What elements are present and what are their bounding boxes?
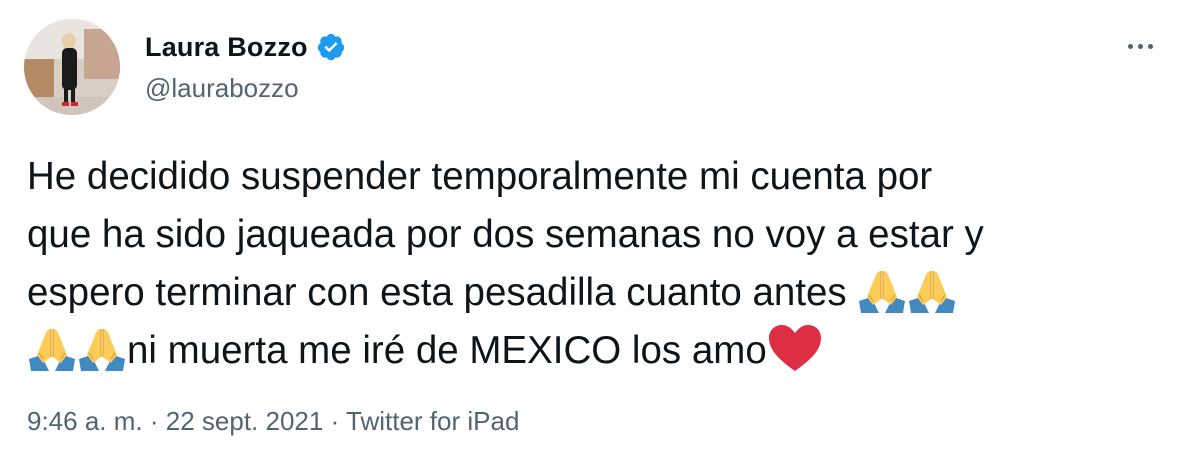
tweet-text-line-3: espero terminar con esta pesadilla cuant…	[27, 264, 1167, 322]
tweet-text: He decidido suspender temporalmente mi c…	[27, 148, 1167, 380]
meta-separator: ·	[149, 406, 159, 436]
tweet-meta: 9:46 a. m. · 22 sept. 2021 · Twitter for…	[27, 406, 519, 437]
tweet-text-line-4-text: ni muerta me iré de MEXICO los amo	[127, 329, 767, 372]
author-avatar[interactable]	[24, 19, 120, 115]
author-name-row: Laura Bozzo	[145, 30, 346, 64]
tweet-text-line-4: ni muerta me iré de MEXICO los amo	[27, 322, 1167, 380]
folded-hands-emoji-icon	[857, 267, 907, 315]
meta-separator: ·	[330, 406, 340, 436]
folded-hands-emoji-icon	[77, 325, 127, 373]
more-dot	[1147, 43, 1153, 49]
folded-hands-emoji-icon	[907, 267, 957, 315]
tweet-time[interactable]: 9:46 a. m.	[27, 406, 143, 436]
tweet-text-line-2: que ha sido jaqueada por dos semanas no …	[27, 213, 984, 256]
tweet-text-line-1: He decidido suspender temporalmente mi c…	[27, 155, 933, 198]
tweet-text-line-3-text: espero terminar con esta pesadilla cuant…	[27, 271, 858, 314]
folded-hands-emoji-icon	[27, 325, 77, 373]
tweet-source[interactable]: Twitter for iPad	[346, 406, 519, 436]
verified-badge-icon	[316, 32, 346, 62]
more-dot	[1137, 43, 1143, 49]
more-dot	[1127, 43, 1133, 49]
tweet-card: Laura Bozzo @laurabozzo He decidido susp…	[0, 0, 1184, 458]
more-options-icon[interactable]	[1118, 32, 1162, 60]
author-display-name[interactable]: Laura Bozzo	[145, 32, 308, 63]
tweet-date[interactable]: 22 sept. 2021	[166, 406, 324, 436]
profile-photo-icon	[24, 19, 120, 115]
author-handle[interactable]: @laurabozzo	[145, 73, 299, 104]
red-heart-emoji-icon	[767, 323, 823, 373]
